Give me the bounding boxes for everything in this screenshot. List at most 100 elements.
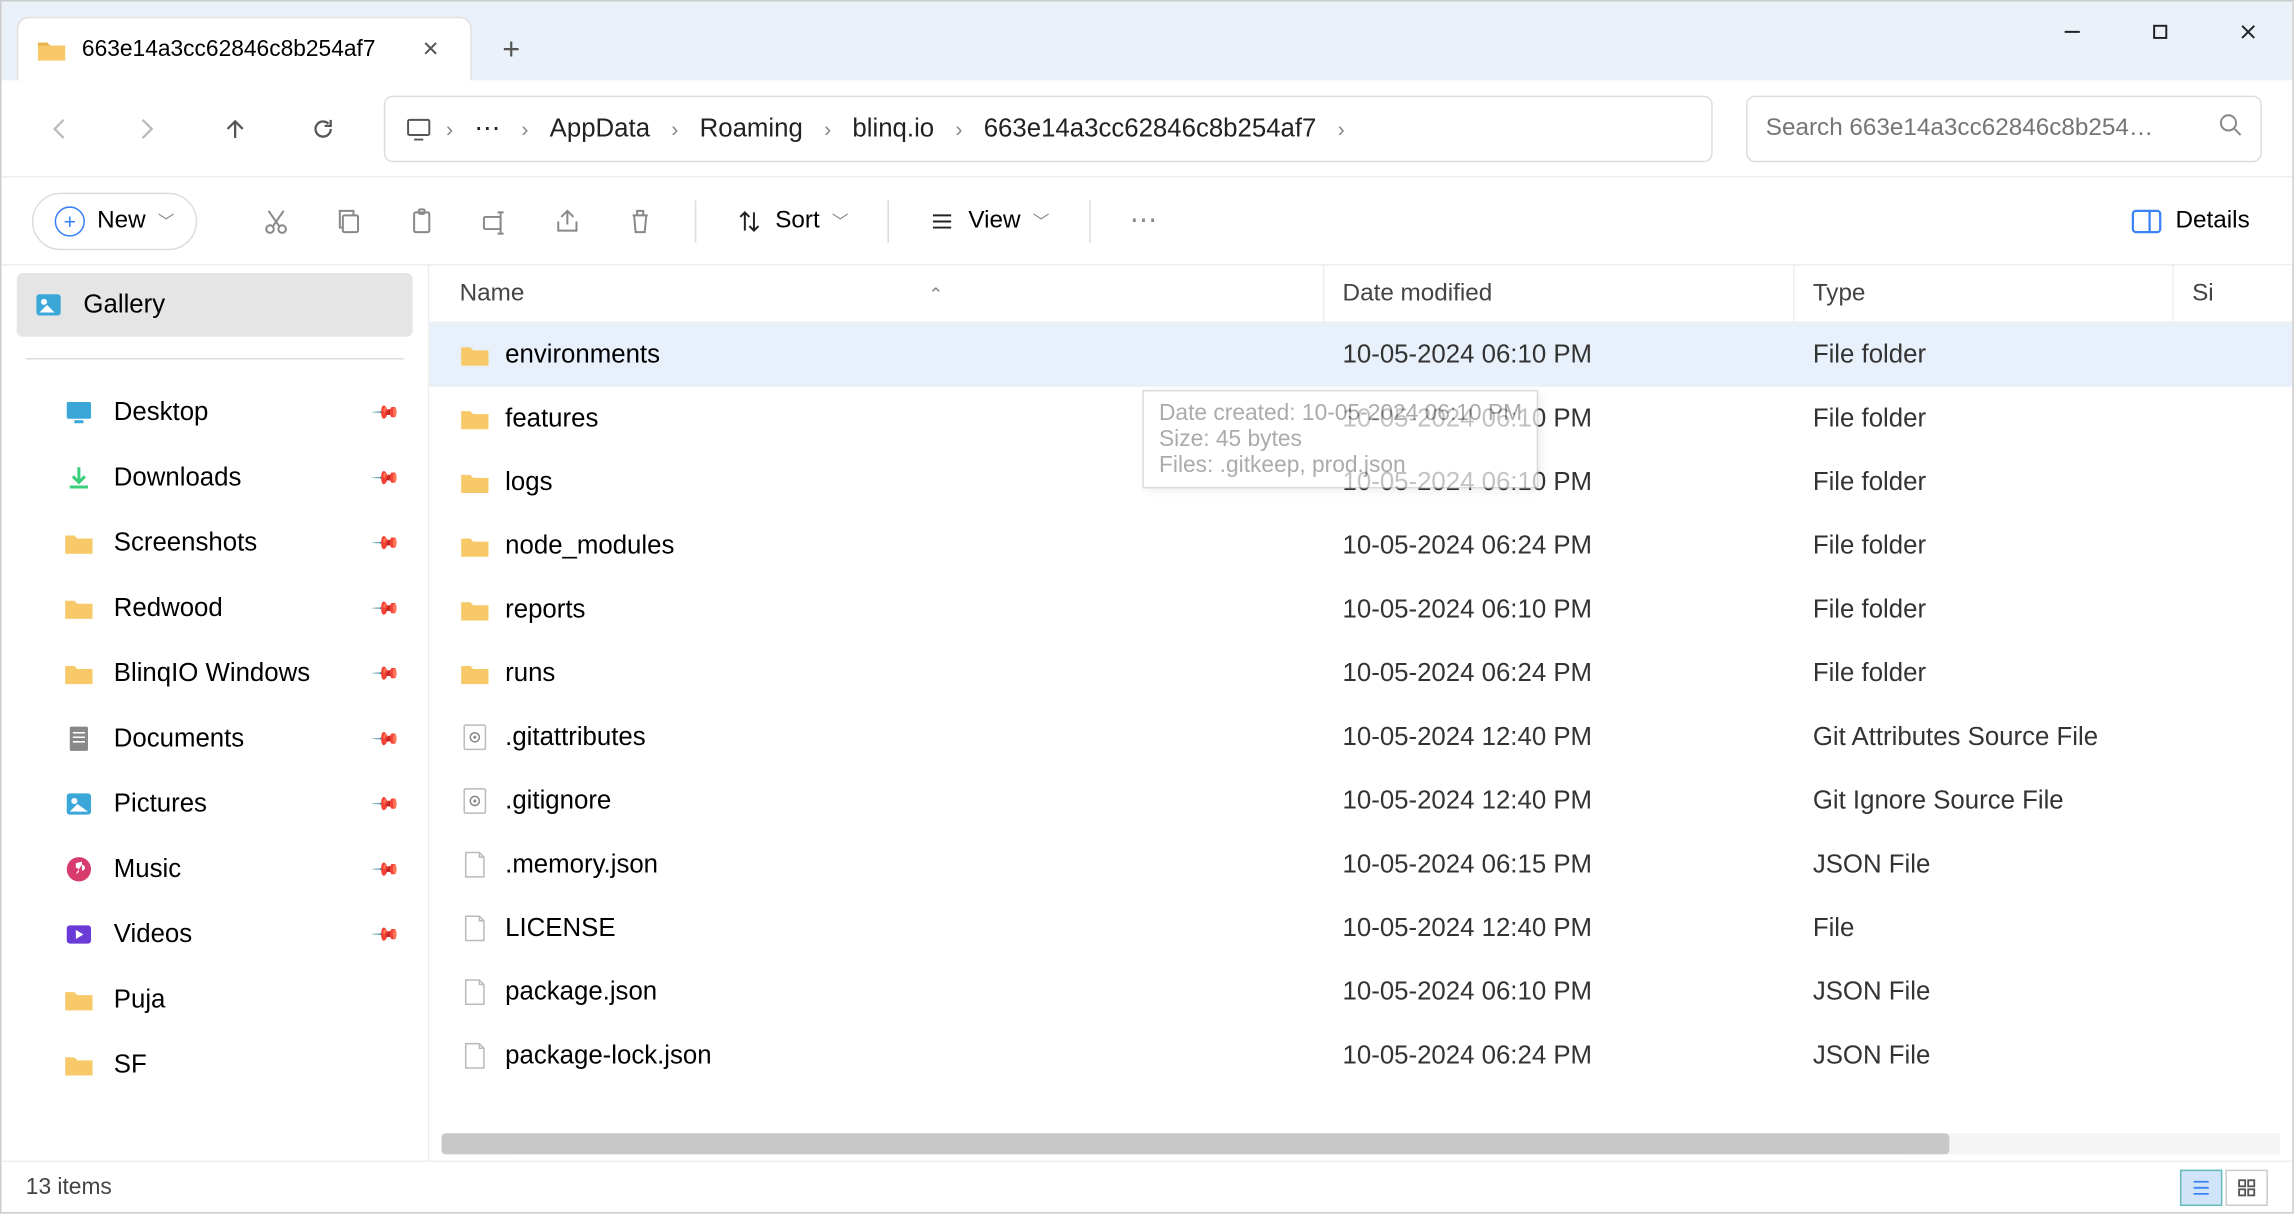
file-row[interactable]: LICENSE10-05-2024 12:40 PMFile — [429, 897, 2292, 961]
folder-icon — [460, 531, 490, 561]
column-name-header[interactable]: Name ⌃ — [460, 265, 1325, 321]
file-explorer-window: 663e14a3cc62846c8b254af7 ✕ + › — [0, 0, 2294, 1214]
new-tab-button[interactable]: + — [481, 20, 542, 81]
file-row[interactable]: environments10-05-2024 06:10 PMFile fold… — [429, 323, 2292, 387]
view-mode-toggle — [2180, 1169, 2268, 1205]
file-type: File folder — [1795, 340, 2174, 370]
forward-button[interactable] — [120, 101, 175, 156]
maximize-button[interactable] — [2116, 2, 2204, 63]
file-row[interactable]: .gitattributes10-05-2024 12:40 PMGit Att… — [429, 705, 2292, 769]
sidebar-item-gallery[interactable]: Gallery — [17, 273, 413, 337]
file-row[interactable]: node_modules10-05-2024 06:24 PMFile fold… — [429, 514, 2292, 578]
breadcrumb-item[interactable]: Roaming — [684, 107, 818, 149]
file-row[interactable]: package.json10-05-2024 06:10 PMJSON File — [429, 960, 2292, 1024]
details-pane-button[interactable]: Details — [2118, 201, 2262, 240]
sidebar-item-desktop[interactable]: Desktop📌 — [17, 381, 413, 445]
main-content: Gallery Desktop📌Downloads📌Screenshots📌Re… — [2, 265, 2293, 1160]
search-input[interactable] — [1766, 115, 2206, 142]
search-icon[interactable] — [2218, 112, 2242, 144]
file-name: package-lock.json — [505, 1041, 711, 1071]
column-type-header[interactable]: Type — [1795, 265, 2174, 321]
file-date: 10-05-2024 12:40 PM — [1324, 786, 1794, 816]
minimize-button[interactable] — [2028, 2, 2116, 63]
copy-button[interactable] — [319, 190, 380, 251]
sort-label: Sort — [775, 207, 820, 234]
window-tab[interactable]: 663e14a3cc62846c8b254af7 ✕ — [17, 17, 472, 81]
chevron-down-icon: ﹀ — [158, 209, 175, 233]
file-name: reports — [505, 595, 585, 625]
view-button[interactable]: View ﹀ — [914, 192, 1065, 250]
chevron-right-icon[interactable]: › — [824, 116, 831, 140]
icons-view-button[interactable] — [2225, 1169, 2267, 1205]
desktop-icon — [62, 396, 95, 429]
file-row[interactable]: reports10-05-2024 06:10 PMFile folder — [429, 578, 2292, 642]
pin-icon: 📌 — [371, 593, 402, 624]
chevron-right-icon[interactable]: › — [446, 116, 453, 140]
folder-icon — [460, 467, 490, 497]
sidebar-item-music[interactable]: Music📌 — [17, 837, 413, 901]
file-type: Git Ignore Source File — [1795, 786, 2174, 816]
breadcrumb-item[interactable]: 663e14a3cc62846c8b254af7 — [969, 107, 1332, 149]
folder-icon — [460, 658, 490, 688]
paste-button[interactable] — [391, 190, 452, 251]
file-icon — [460, 913, 490, 943]
tooltip: Date created: 10-05-2024 06:10 PMSize: 4… — [1142, 390, 1538, 489]
pin-icon: 📌 — [371, 919, 402, 950]
sidebar-item-screenshots[interactable]: Screenshots📌 — [17, 511, 413, 575]
file-row[interactable]: .memory.json10-05-2024 06:15 PMJSON File — [429, 833, 2292, 897]
column-date-header[interactable]: Date modified — [1324, 265, 1794, 321]
pin-icon: 📌 — [371, 397, 402, 428]
music-icon — [62, 853, 95, 886]
sidebar-item-downloads[interactable]: Downloads📌 — [17, 446, 413, 510]
details-view-button[interactable] — [2180, 1169, 2222, 1205]
close-window-button[interactable] — [2204, 2, 2292, 63]
chevron-right-icon[interactable]: › — [955, 116, 962, 140]
chevron-right-icon[interactable]: › — [521, 116, 528, 140]
breadcrumb-item[interactable]: AppData — [535, 107, 666, 149]
titlebar: 663e14a3cc62846c8b254af7 ✕ + — [2, 2, 2293, 81]
share-button[interactable] — [537, 190, 598, 251]
sidebar-item-puja[interactable]: Puja — [17, 968, 413, 1032]
file-name: package.json — [505, 977, 657, 1007]
sidebar-item-sf[interactable]: SF — [17, 1033, 413, 1097]
file-date: 10-05-2024 12:40 PM — [1324, 722, 1794, 752]
pin-icon: 📌 — [371, 658, 402, 689]
sidebar-item-blinqio-windows[interactable]: BlinqIO Windows📌 — [17, 642, 413, 706]
new-button[interactable]: + New ﹀ — [32, 192, 197, 250]
file-row[interactable]: .gitignore10-05-2024 12:40 PMGit Ignore … — [429, 769, 2292, 833]
delete-button[interactable] — [610, 190, 671, 251]
sidebar-item-pictures[interactable]: Pictures📌 — [17, 772, 413, 836]
breadcrumb-item[interactable]: blinq.io — [837, 107, 949, 149]
column-size-header[interactable]: Si — [2174, 265, 2292, 321]
chevron-right-icon[interactable]: › — [671, 116, 678, 140]
sidebar-item-redwood[interactable]: Redwood📌 — [17, 576, 413, 640]
breadcrumb-overflow[interactable]: ⋯ — [459, 107, 515, 149]
status-bar: 13 items — [2, 1161, 2293, 1213]
sidebar-item-videos[interactable]: Videos📌 — [17, 903, 413, 967]
sidebar-item-documents[interactable]: Documents📌 — [17, 707, 413, 771]
address-bar[interactable]: › ⋯ › AppData › Roaming › blinq.io › 663… — [384, 95, 1713, 162]
tooltip-line: Size: 45 bytes — [1159, 426, 1522, 452]
file-type: File folder — [1795, 531, 2174, 561]
document-icon — [62, 722, 95, 755]
folder-icon — [460, 404, 490, 434]
up-button[interactable] — [208, 101, 263, 156]
search-box[interactable] — [1746, 95, 2262, 162]
cut-button[interactable] — [246, 190, 307, 251]
file-row[interactable]: package-lock.json10-05-2024 06:24 PMJSON… — [429, 1024, 2292, 1088]
sort-button[interactable]: Sort ﹀ — [721, 192, 864, 250]
back-button[interactable] — [32, 101, 87, 156]
pc-icon[interactable] — [397, 101, 439, 156]
file-type: File folder — [1795, 404, 2174, 434]
close-tab-button[interactable]: ✕ — [410, 28, 452, 70]
rename-button[interactable] — [464, 190, 525, 251]
horizontal-scrollbar[interactable] — [441, 1133, 2280, 1154]
file-icon — [460, 850, 490, 880]
file-name: .memory.json — [505, 850, 658, 880]
refresh-button[interactable] — [296, 101, 351, 156]
file-row[interactable]: runs10-05-2024 06:24 PMFile folder — [429, 642, 2292, 706]
gitfile-icon — [460, 786, 490, 816]
tab-title: 663e14a3cc62846c8b254af7 — [82, 36, 395, 62]
chevron-right-icon[interactable]: › — [1338, 116, 1345, 140]
more-button[interactable]: ⋯ — [1115, 190, 1176, 251]
